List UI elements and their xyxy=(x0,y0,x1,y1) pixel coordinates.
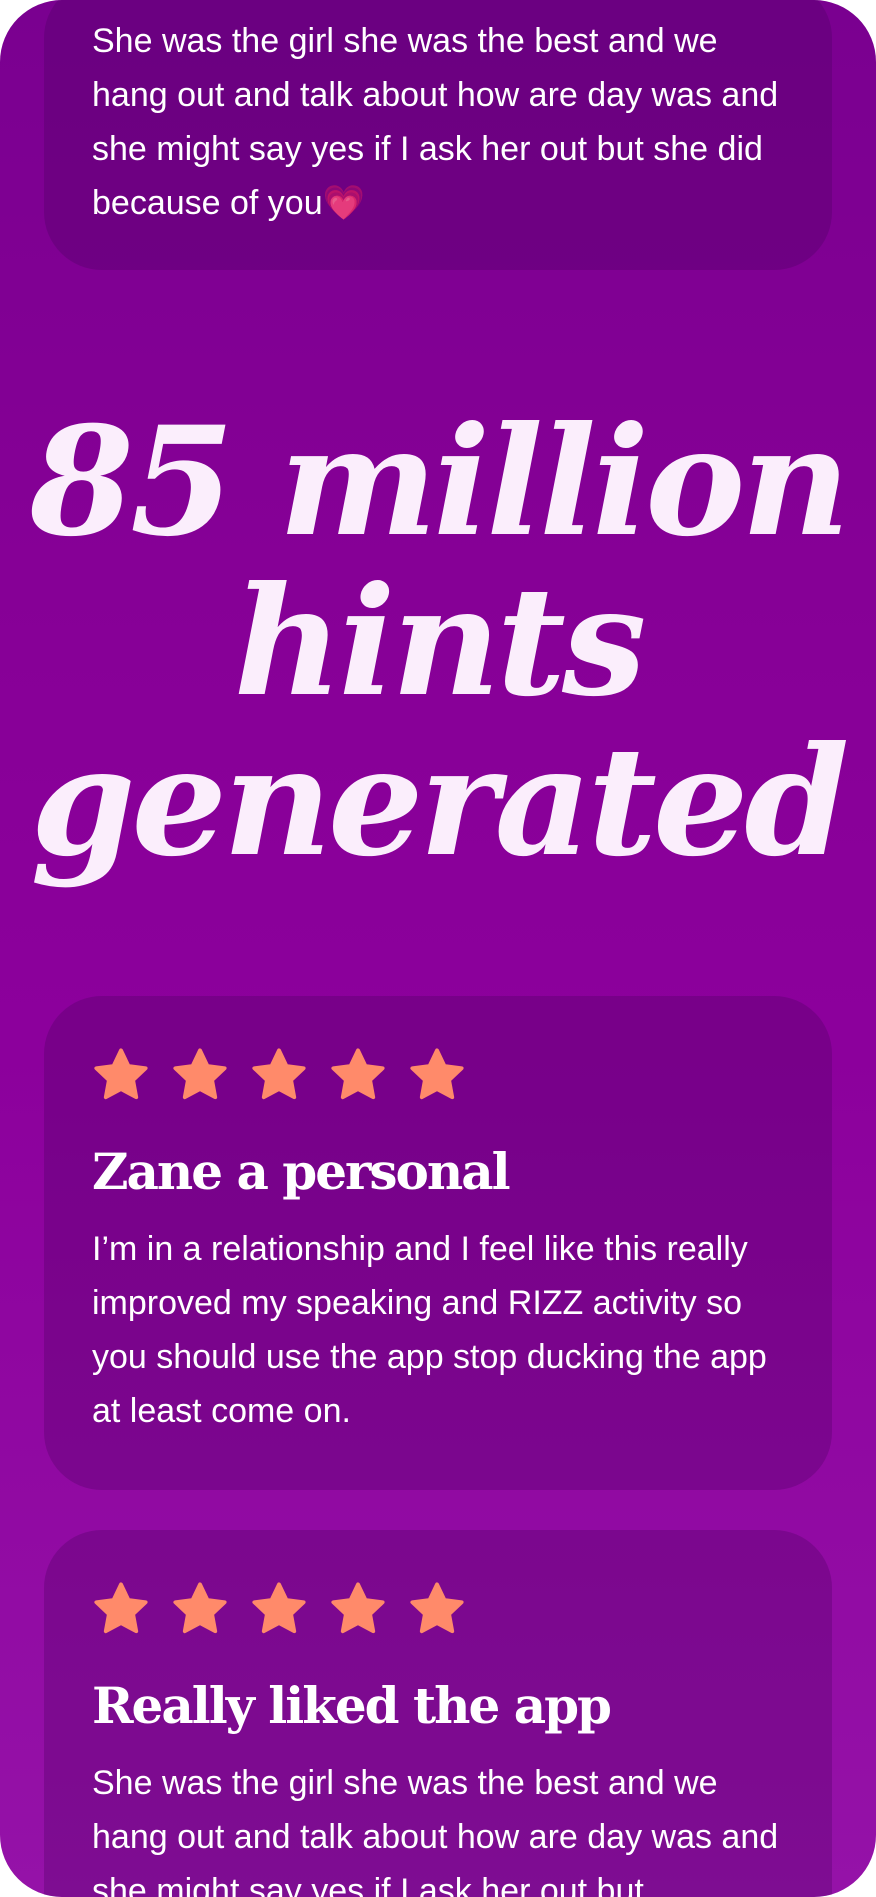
star-icon xyxy=(410,1582,464,1634)
review-card: Really liked the app She was the girl sh… xyxy=(44,1530,832,1897)
review-title: Zane a personal xyxy=(92,1142,511,1201)
review-title: Really liked the app xyxy=(92,1676,612,1735)
headline-line-1: 85 million xyxy=(29,394,851,570)
headline-line-2: hints xyxy=(233,554,647,730)
star-icon xyxy=(94,1582,148,1634)
review-body: She was the girl she was the best and we… xyxy=(92,22,779,222)
star-rating xyxy=(92,1580,784,1638)
star-icon xyxy=(252,1582,306,1634)
review-card: She was the girl she was the best and we… xyxy=(44,0,832,270)
star-icon xyxy=(173,1582,227,1634)
review-body: She was the girl she was the best and we… xyxy=(92,1764,779,1897)
star-icon xyxy=(410,1048,464,1100)
star-icon xyxy=(173,1048,227,1100)
star-icon xyxy=(331,1048,385,1100)
app-screen: She was the girl she was the best and we… xyxy=(0,0,876,1897)
review-card: Zane a personal I’m in a relationship an… xyxy=(44,996,832,1490)
headline-line-3: generated xyxy=(30,714,850,890)
star-icon xyxy=(252,1048,306,1100)
review-body: I’m in a relationship and I feel like th… xyxy=(92,1230,767,1430)
star-icon xyxy=(331,1582,385,1634)
stats-headline: 85 million hints generated xyxy=(0,402,876,882)
star-icon xyxy=(94,1048,148,1100)
star-rating xyxy=(92,1046,784,1104)
